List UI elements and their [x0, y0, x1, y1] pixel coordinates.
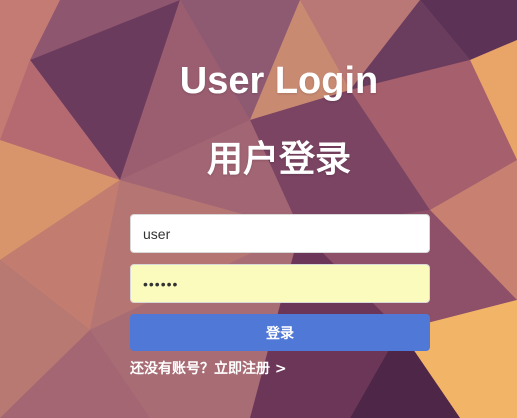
username-input[interactable] — [130, 214, 430, 253]
login-button[interactable]: 登录 — [130, 314, 430, 351]
login-panel: User Login 用户登录 登录 还没有账号？立即注册 > — [0, 0, 517, 418]
password-input[interactable] — [130, 264, 430, 303]
page-title-english: User Login — [179, 60, 379, 102]
page-title-chinese: 用户登录 — [206, 139, 351, 180]
register-link[interactable]: 还没有账号？立即注册 > — [130, 358, 287, 378]
